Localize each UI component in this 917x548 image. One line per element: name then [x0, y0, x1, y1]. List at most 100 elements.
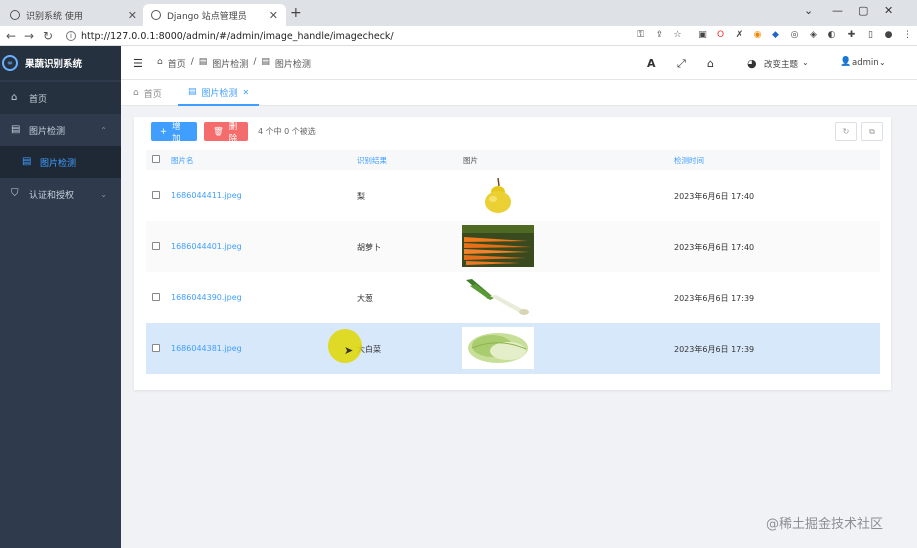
add-button-label: 增加: [172, 121, 181, 144]
opera-icon[interactable]: O: [715, 30, 726, 41]
check-time-cell: 2023年6月6日 17:39: [674, 294, 755, 303]
breadcrumb-item[interactable]: 图片检测: [212, 57, 248, 70]
back-icon[interactable]: ←: [6, 29, 16, 43]
image-icon: ▤: [198, 57, 208, 67]
breadcrumb-item[interactable]: 首页: [168, 57, 186, 70]
mouse-pointer-icon: ➤: [344, 344, 354, 357]
extension-icon[interactable]: ◉: [752, 30, 763, 41]
sidebar-item-image-check-group[interactable]: ▤ 图片检测 ⌃: [0, 114, 121, 146]
result-cell: 梨: [357, 192, 365, 201]
shield-icon: ⛉: [11, 188, 19, 199]
column-header[interactable]: 图片名: [171, 155, 194, 166]
globe-icon: [10, 10, 20, 20]
close-window-button[interactable]: ✕: [884, 4, 893, 17]
extension-icon[interactable]: ◆: [770, 30, 781, 41]
menu-toggle-icon[interactable]: ☰: [133, 57, 143, 70]
breadcrumb-separator: /: [253, 57, 257, 67]
watermark: @稀土掘金技术社区: [766, 517, 884, 532]
extension-icon[interactable]: ▣: [697, 30, 708, 41]
row-checkbox[interactable]: [152, 344, 160, 352]
image-name-link[interactable]: 1686044401.jpeg: [171, 242, 242, 251]
add-button[interactable]: + 增加: [151, 121, 197, 144]
pear-thumbnail: [462, 174, 534, 216]
extension-icon[interactable]: ◎: [789, 30, 800, 41]
brand: ∞ 果蔬识别系统: [0, 46, 121, 80]
extension-icon[interactable]: ◐: [826, 30, 837, 41]
close-icon[interactable]: ✕: [269, 9, 278, 22]
url-text: http://127.0.0.1:8000/admin/#/admin/imag…: [81, 30, 394, 42]
image-icon: ▤: [188, 87, 197, 97]
home-icon: ⌂: [11, 92, 18, 103]
table-row[interactable]: 1686044390.jpeg 大葱 2023年6月6日 17:39: [146, 272, 880, 323]
sidebar-item-label: 认证和授权: [29, 190, 75, 201]
image-icon: ▤: [22, 156, 32, 167]
logo-icon: ∞: [2, 55, 18, 71]
changelist-card: + 增加 🗑 删除 4 个中 0 个被选 ↻ ⧉ 图片名 识别结果 图片 检测时…: [134, 117, 891, 390]
image-name-link[interactable]: 1686044411.jpeg: [171, 191, 242, 200]
user-icon: 👤: [840, 57, 852, 67]
home-icon: ⌂: [157, 57, 163, 67]
refresh-button[interactable]: ↻: [835, 122, 857, 141]
delete-button[interactable]: 🗑 删除: [204, 121, 248, 144]
image-name-link[interactable]: 1686044381.jpeg: [171, 344, 242, 353]
table-row[interactable]: 1686044401.jpeg 胡萝卜 2023年6月6日 17:40: [146, 221, 880, 272]
browser-tab-active[interactable]: Django 站点管理员 ✕: [143, 4, 286, 26]
tab-image-check[interactable]: ▤ 图片检测 ✕: [178, 80, 260, 106]
brand-title: 果蔬识别系统: [25, 59, 83, 70]
tab-label: 图片检测: [201, 88, 238, 99]
key-icon[interactable]: ⚿: [635, 30, 646, 41]
filter-button[interactable]: ⧉: [861, 122, 883, 141]
chevron-up-icon: ⌃: [100, 125, 107, 135]
chevron-down-icon: ⌄: [802, 58, 809, 67]
puzzle-icon[interactable]: ✚: [846, 30, 857, 41]
image-name-link[interactable]: 1686044390.jpeg: [171, 293, 242, 302]
plus-icon: +: [160, 126, 168, 137]
row-checkbox[interactable]: [152, 191, 160, 199]
sidebar-item-auth[interactable]: ⛉ 认证和授权 ⌄: [0, 178, 121, 210]
share-icon[interactable]: ⇪: [654, 30, 665, 41]
delete-button-label: 删除: [228, 121, 238, 144]
scallion-thumbnail: [462, 276, 534, 318]
sidebar-item-home[interactable]: ⌂ 首页: [0, 82, 121, 114]
table-row[interactable]: 1686044381.jpeg 大白菜 2023年6月6日 17:39: [146, 323, 880, 374]
forward-icon[interactable]: →: [24, 29, 34, 43]
sidebar-item-image-check[interactable]: ▤ 图片检测: [0, 146, 121, 178]
browser-tab-title: 识别系统 使用: [26, 11, 83, 22]
url-field[interactable]: i http://127.0.0.1:8000/admin/#/admin/im…: [62, 28, 622, 44]
info-icon[interactable]: i: [66, 31, 76, 41]
new-tab-button[interactable]: +: [290, 5, 302, 21]
font-size-button[interactable]: A: [647, 57, 656, 70]
check-time-cell: 2023年6月6日 17:39: [674, 345, 755, 354]
column-header[interactable]: 识别结果: [357, 155, 387, 166]
user-menu[interactable]: admin: [852, 58, 879, 68]
selection-counter: 4 个中 0 个被选: [258, 127, 316, 136]
maximize-button[interactable]: ▢: [858, 4, 868, 17]
fullscreen-icon[interactable]: ⤢: [677, 57, 686, 71]
extension-icon[interactable]: ◈: [808, 30, 819, 41]
row-checkbox[interactable]: [152, 293, 160, 301]
menu-icon[interactable]: ⋮: [902, 30, 913, 41]
select-all-checkbox[interactable]: [152, 155, 160, 163]
extension-icon[interactable]: ✗: [734, 30, 745, 41]
browser-tab[interactable]: 识别系统 使用 ✕: [2, 4, 145, 26]
tab-home[interactable]: ⌂ 首页: [123, 80, 172, 106]
row-checkbox[interactable]: [152, 242, 160, 250]
profile-icon[interactable]: ●: [883, 30, 894, 41]
tab-label: 首页: [143, 89, 162, 100]
column-header[interactable]: 检测时间: [674, 155, 704, 166]
content-tabs: ⌂ 首页 ▤ 图片检测 ✕: [121, 80, 917, 106]
sidebar-toggle-icon[interactable]: ▯: [865, 30, 876, 41]
home-icon[interactable]: ⌂: [707, 57, 714, 70]
chevron-down-icon[interactable]: ⌄: [804, 4, 813, 17]
reload-icon[interactable]: ↻: [43, 29, 53, 43]
minimize-button[interactable]: —: [832, 4, 843, 17]
change-theme-button[interactable]: 改变主题: [764, 58, 798, 70]
close-icon[interactable]: ✕: [128, 9, 137, 22]
carrots-thumbnail: [462, 225, 534, 267]
star-icon[interactable]: ☆: [672, 30, 683, 41]
close-icon[interactable]: ✕: [243, 88, 250, 97]
sidebar-item-label: 图片检测: [29, 126, 66, 137]
table-row[interactable]: 1686044411.jpeg 梨 2023年6月6日 17:40: [146, 170, 880, 221]
breadcrumb-separator: /: [190, 57, 194, 67]
napa-cabbage-thumbnail: [462, 327, 534, 369]
